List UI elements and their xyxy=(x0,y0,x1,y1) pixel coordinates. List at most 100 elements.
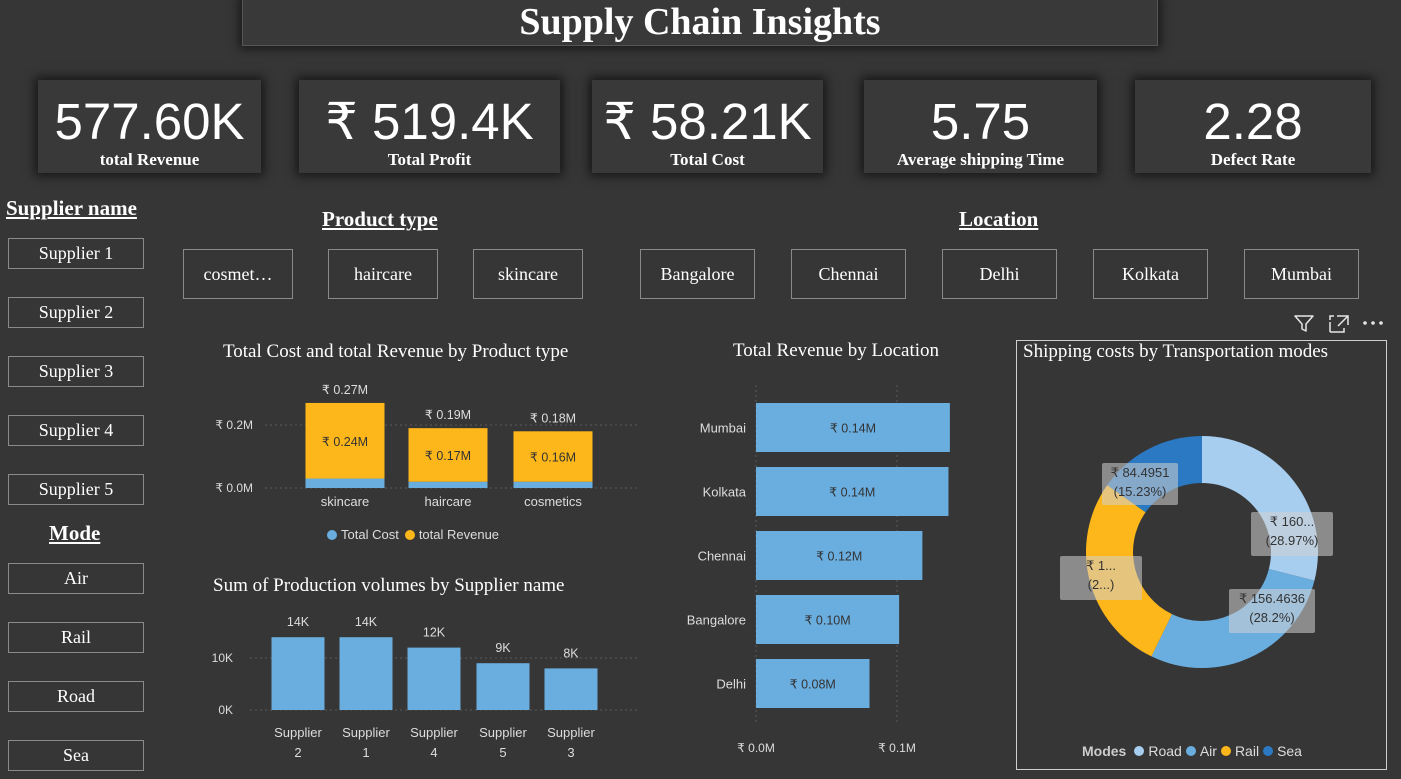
donut-label-value: ₹ 160... xyxy=(1269,514,1315,529)
bar-value-label: 8K xyxy=(563,646,579,660)
kpi-label: Total Cost xyxy=(670,150,745,169)
kpi-value: 577.60K xyxy=(54,93,245,150)
kpi-value: 2.28 xyxy=(1203,93,1303,150)
legend-dot-total-revenue xyxy=(404,529,415,540)
x-tick-label: 2 xyxy=(294,745,301,760)
chart-title-revenue-by-location: Total Revenue by Location xyxy=(733,340,940,361)
bar-production-volume xyxy=(544,668,598,710)
bar-total-label: ₹ 0.27M xyxy=(322,383,368,397)
supplier-slicer-heading: Supplier name xyxy=(6,196,137,220)
bar-value-label: ₹ 0.08M xyxy=(790,678,836,692)
kpi-label: Total Profit xyxy=(387,150,472,169)
bar-value-label: 12K xyxy=(423,626,446,640)
bar-production-volume xyxy=(271,637,325,710)
y-tick-label: Chennai xyxy=(698,549,747,564)
slicer-mode-air[interactable]: Air xyxy=(8,563,144,594)
focus-mode-icon[interactable] xyxy=(1329,315,1349,333)
slicer-location-bangalore[interactable]: Bangalore xyxy=(640,249,755,299)
kpi-value: 5.75 xyxy=(930,93,1031,150)
donut-label-percent: (2...) xyxy=(1087,577,1115,592)
slicer-product-skincare[interactable]: skincare xyxy=(473,249,583,299)
slicer-supplier-1[interactable]: Supplier 1 xyxy=(8,238,144,269)
legend-label-total-revenue: total Revenue xyxy=(418,527,500,542)
bar-production-volume xyxy=(407,647,461,710)
x-tick-label: 5 xyxy=(499,745,506,760)
bar-value-label: 14K xyxy=(287,615,310,629)
bar-total-cost xyxy=(513,481,593,488)
donut-legend-title: Modes xyxy=(1082,743,1127,759)
slicer-mode-sea[interactable]: Sea xyxy=(8,740,144,771)
slicer-product-haircare[interactable]: haircare xyxy=(328,249,438,299)
legend-label-road: Road xyxy=(1148,743,1182,759)
dashboard-title-box: Supply Chain Insights xyxy=(242,0,1158,46)
slicer-supplier-2[interactable]: Supplier 2 xyxy=(8,297,144,328)
x-tick-label: Supplier xyxy=(410,725,458,740)
x-tick-label: 4 xyxy=(430,745,437,760)
bar-value-label: ₹ 0.14M xyxy=(829,486,875,500)
x-tick-label: ₹ 0.0M xyxy=(737,741,775,755)
more-options-icon[interactable] xyxy=(1362,318,1384,328)
legend-dot-air xyxy=(1185,746,1196,756)
product-type-slicer-heading: Product type xyxy=(322,207,438,231)
chart-cost-revenue-legend: Total Cost total Revenue xyxy=(327,527,499,542)
kpi-total-cost: ₹ 58.21K Total Cost xyxy=(592,80,823,173)
chart-title-cost-revenue: Total Cost and total Revenue by Product … xyxy=(223,341,569,362)
slicer-supplier-4[interactable]: Supplier 4 xyxy=(8,415,144,446)
chart-title-production-volumes: Sum of Production volumes by Supplier na… xyxy=(213,575,565,596)
legend-dot-total-cost xyxy=(327,529,337,540)
bar-value-label: 14K xyxy=(355,615,378,629)
donut-legend: Modes Road Air Rail Sea xyxy=(1082,743,1302,759)
donut-label-air: ₹ 156.4636 (28.2%) xyxy=(1229,589,1315,633)
location-slicer-heading: Location xyxy=(959,207,1039,231)
legend-label-total-cost: Total Cost xyxy=(341,527,399,542)
dashboard-title: Supply Chain Insights xyxy=(519,1,881,43)
slicer-mode-rail[interactable]: Rail xyxy=(8,622,144,653)
chart-revenue-by-location: ₹ 0.0M ₹ 0.1M ₹ 0.14M Mumbai ₹ 0.14M Kolkata ₹… xyxy=(687,385,950,755)
mode-slicer-heading: Mode xyxy=(49,521,101,545)
x-tick-label: 1 xyxy=(362,745,369,760)
x-tick-label: Supplier xyxy=(547,725,595,740)
bar-segment-label: ₹ 0.24M xyxy=(322,435,368,449)
slicer-product-cosmetics[interactable]: cosmet… xyxy=(183,249,293,299)
slicer-location-mumbai[interactable]: Mumbai xyxy=(1244,249,1359,299)
bar-segment-label: ₹ 0.16M xyxy=(530,451,576,465)
slicer-mode-road[interactable]: Road xyxy=(8,681,144,712)
kpi-label: Defect Rate xyxy=(1210,150,1296,169)
donut-slice-road xyxy=(1202,436,1318,581)
kpi-total-profit: ₹ 519.4K Total Profit xyxy=(299,80,560,173)
kpi-value: ₹ 519.4K xyxy=(325,93,534,150)
filter-icon[interactable] xyxy=(1294,315,1314,333)
slicer-location-kolkata[interactable]: Kolkata xyxy=(1093,249,1208,299)
slicer-location-chennai[interactable]: Chennai xyxy=(791,249,906,299)
slicer-supplier-3[interactable]: Supplier 3 xyxy=(8,356,144,387)
donut-label-percent: (15.23%) xyxy=(1113,484,1167,499)
bar-value-label: ₹ 0.14M xyxy=(830,422,876,436)
donut-label-rail: ₹ 1... (2...) xyxy=(1060,556,1142,600)
x-tick-label: skincare xyxy=(321,494,369,509)
kpi-label: total Revenue xyxy=(99,150,200,169)
chart-cost-revenue-by-product: ₹ 0.2M ₹ 0.0M ₹ 0.24M ₹ 0.27M skincare ₹ 0.17… xyxy=(215,383,640,509)
donut-label-percent: (28.2%) xyxy=(1249,610,1295,625)
bar-segment-label: ₹ 0.17M xyxy=(425,449,471,463)
chart-production-volumes: 10K 0K 14K Supplier 2 14K Supplier 1 12K Supplier… xyxy=(212,615,640,760)
x-tick-label: Supplier xyxy=(274,725,322,740)
x-tick-label: Supplier xyxy=(479,725,527,740)
bar-total-label: ₹ 0.19M xyxy=(425,408,471,422)
bar-production-volume xyxy=(339,637,393,710)
y-tick-label: ₹ 0.0M xyxy=(215,481,253,495)
y-tick-label: ₹ 0.2M xyxy=(215,418,253,432)
legend-label-air: Air xyxy=(1199,743,1217,759)
y-tick-label: Delhi xyxy=(716,677,746,692)
bar-value-label: ₹ 0.10M xyxy=(804,614,850,628)
kpi-average-shipping-time: 5.75 Average shipping Time xyxy=(864,80,1097,173)
slicer-supplier-5[interactable]: Supplier 5 xyxy=(8,474,144,505)
y-tick-label: Mumbai xyxy=(700,421,746,436)
bar-value-label: ₹ 0.12M xyxy=(816,550,862,564)
bar-total-cost xyxy=(408,481,488,488)
x-tick-label: cosmetics xyxy=(524,494,582,509)
bar-total-cost xyxy=(305,478,385,488)
y-tick-label: Kolkata xyxy=(703,485,747,500)
y-tick-label: 10K xyxy=(212,651,233,665)
donut-label-percent: (28.97%) xyxy=(1265,533,1319,548)
slicer-location-delhi[interactable]: Delhi xyxy=(942,249,1057,299)
